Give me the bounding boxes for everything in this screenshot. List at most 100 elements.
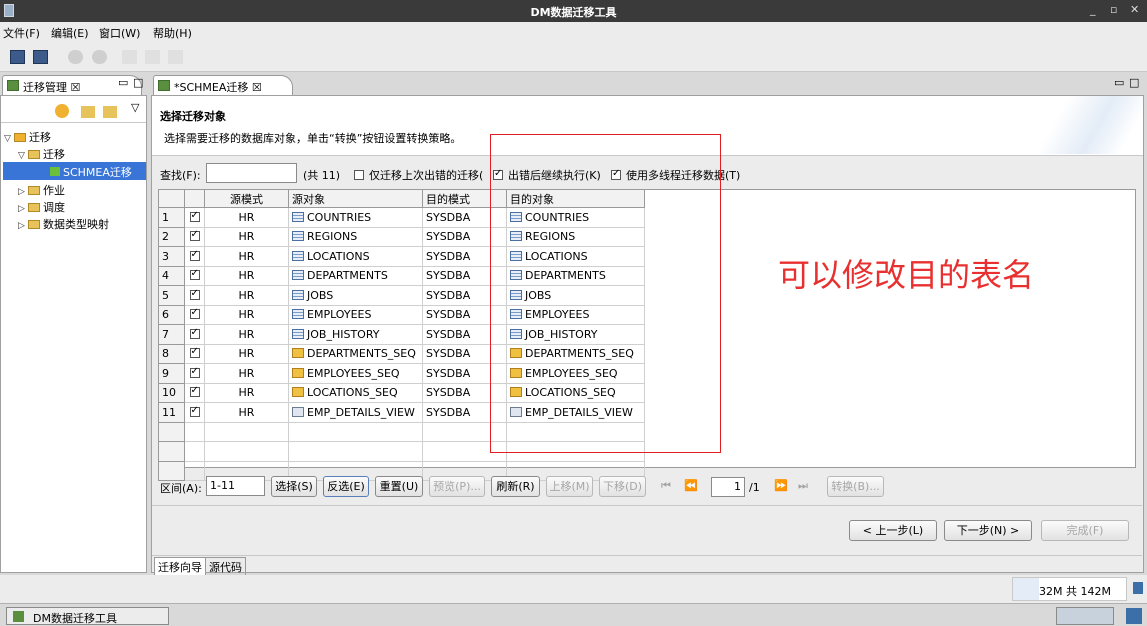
save-icon[interactable] xyxy=(10,50,25,64)
tree-type-mapping[interactable]: ▷ 数据类型映射 xyxy=(18,216,109,232)
column-header xyxy=(184,189,205,208)
checkbox[interactable] xyxy=(189,346,200,359)
last-page-icon[interactable]: ⏭ xyxy=(798,479,808,493)
view-menu-icon[interactable]: ▽ xyxy=(131,101,139,114)
checkbox[interactable] xyxy=(189,229,200,242)
taskbar-app-button[interactable]: DM数据迁移工具 xyxy=(6,607,169,625)
page-total: /1 xyxy=(749,481,760,494)
maximize-editor-icon[interactable]: □ xyxy=(1129,76,1139,89)
row-checkbox[interactable] xyxy=(184,343,205,364)
cut-icon[interactable] xyxy=(122,50,137,64)
taskbar: DM数据迁移工具 xyxy=(0,603,1147,626)
checkbox[interactable] xyxy=(189,385,200,398)
paste-icon[interactable] xyxy=(168,50,183,64)
tree-root[interactable]: ▽ 迁移 xyxy=(4,129,51,145)
row-checkbox[interactable] xyxy=(184,285,205,306)
object-type-icon xyxy=(292,367,304,378)
checkbox[interactable] xyxy=(189,288,200,300)
row-checkbox[interactable] xyxy=(184,402,205,423)
tree-jobs[interactable]: ▷ 作业 xyxy=(18,182,65,198)
object-type-icon xyxy=(292,211,304,222)
next-step-button[interactable]: 下一步(N) > xyxy=(944,520,1032,541)
save-all-icon[interactable] xyxy=(33,50,48,64)
checkbox[interactable] xyxy=(354,170,364,180)
tab-label: 迁移管理 ☒ xyxy=(23,81,81,94)
row-checkbox[interactable] xyxy=(184,207,205,228)
object-type-icon xyxy=(292,270,304,281)
row-checkbox[interactable] xyxy=(184,304,205,325)
next-page-icon[interactable]: ⏩ xyxy=(774,479,788,492)
tree-schedule[interactable]: ▷ 调度 xyxy=(18,199,65,215)
checkbox[interactable] xyxy=(189,268,200,281)
first-page-icon[interactable]: ⏮ xyxy=(661,479,671,493)
migration-tree-panel: ▽ ▽ 迁移 ▽ 迁移 SCHMEA迁移 ▷ 作业 ▷ 调度 ▷ 数据类型映射 xyxy=(0,95,147,573)
tray-icon[interactable] xyxy=(1126,608,1142,624)
row-checkbox[interactable] xyxy=(184,382,205,403)
invert-button[interactable]: 反选(E) xyxy=(323,476,369,497)
range-input[interactable]: 1-11 xyxy=(206,476,265,496)
checkbox[interactable] xyxy=(189,210,200,222)
source-object-name: EMPLOYEES_SEQ xyxy=(307,366,400,380)
reset-button[interactable]: 重置(U) xyxy=(375,476,423,497)
bottom-tabs: 迁移向导 源代码 xyxy=(152,555,1142,577)
minimize-editor-icon[interactable]: ▭ xyxy=(1114,76,1124,89)
move-up-button[interactable]: 上移(M) xyxy=(546,476,593,497)
convert-button[interactable]: 转换(B)... xyxy=(827,476,884,497)
export-icon[interactable] xyxy=(103,106,117,118)
row-checkbox[interactable] xyxy=(184,226,205,247)
tree-toolbar: ▽ xyxy=(51,101,146,120)
menu-window[interactable]: 窗口(W) xyxy=(99,25,140,41)
copy-icon[interactable] xyxy=(145,50,160,64)
menu-help[interactable]: 帮助(H) xyxy=(153,25,192,41)
minimize-button[interactable]: _ xyxy=(1090,3,1096,16)
close-button[interactable]: ✕ xyxy=(1130,3,1139,16)
maximize-button[interactable]: ▫ xyxy=(1110,3,1117,16)
minimize-view-icon[interactable]: ▭ xyxy=(118,76,128,89)
trash-icon[interactable] xyxy=(1133,582,1143,594)
workspace-icon[interactable] xyxy=(1056,607,1114,625)
menu-edit[interactable]: 编辑(E) xyxy=(51,25,89,41)
row-checkbox[interactable] xyxy=(184,246,205,267)
tree-project[interactable]: ▽ 迁移 xyxy=(18,146,65,162)
menu-file[interactable]: 文件(F) xyxy=(3,25,40,41)
maximize-view-icon[interactable]: □ xyxy=(133,76,143,89)
row-checkbox[interactable] xyxy=(184,324,205,345)
row-number: 2 xyxy=(158,226,185,247)
tab-wizard[interactable]: 迁移向导 xyxy=(154,557,206,577)
cell xyxy=(184,460,205,481)
row-checkbox[interactable] xyxy=(184,265,205,286)
memory-indicator[interactable]: 32M 共 142M xyxy=(1012,577,1127,601)
source-object-name: JOBS xyxy=(307,288,334,302)
tree-label: 作业 xyxy=(43,184,65,197)
row-number xyxy=(158,441,185,462)
checkbox[interactable] xyxy=(189,249,200,261)
checkbox[interactable] xyxy=(189,405,200,417)
tab-source-code[interactable]: 源代码 xyxy=(205,557,246,577)
checkbox[interactable] xyxy=(189,307,200,320)
object-type-icon xyxy=(292,309,304,320)
refresh-button[interactable]: 刷新(R) xyxy=(491,476,540,497)
previous-step-button[interactable]: < 上一步(L) xyxy=(849,520,937,541)
preview-button[interactable]: 预览(P)... xyxy=(429,476,485,497)
move-down-button[interactable]: 下移(D) xyxy=(599,476,646,497)
object-type-icon xyxy=(292,406,304,417)
checkbox[interactable] xyxy=(189,327,200,339)
last-failed-checkbox[interactable]: 仅迁移上次出错的迁移( xyxy=(354,167,483,183)
checkbox[interactable] xyxy=(189,366,200,378)
redo-icon[interactable] xyxy=(92,50,107,64)
tab-schmea-migration[interactable]: *SCHMEA迁移 ☒ xyxy=(153,75,293,95)
tree-item-selected[interactable]: SCHMEA迁移 xyxy=(3,162,146,180)
finish-button[interactable]: 完成(F) xyxy=(1041,520,1129,541)
import-icon[interactable] xyxy=(81,106,95,118)
find-input[interactable] xyxy=(206,163,297,183)
row-checkbox[interactable] xyxy=(184,363,205,384)
column-header[interactable]: 源模式 xyxy=(204,189,289,208)
undo-icon[interactable] xyxy=(68,50,83,64)
page-input[interactable]: 1 xyxy=(711,477,745,497)
select-button[interactable]: 选择(S) xyxy=(271,476,317,497)
column-header[interactable]: 源对象 xyxy=(288,189,423,208)
new-icon[interactable] xyxy=(55,104,69,118)
prev-page-icon[interactable]: ⏪ xyxy=(684,479,698,492)
row-number: 4 xyxy=(158,265,185,286)
divider xyxy=(152,505,1142,506)
